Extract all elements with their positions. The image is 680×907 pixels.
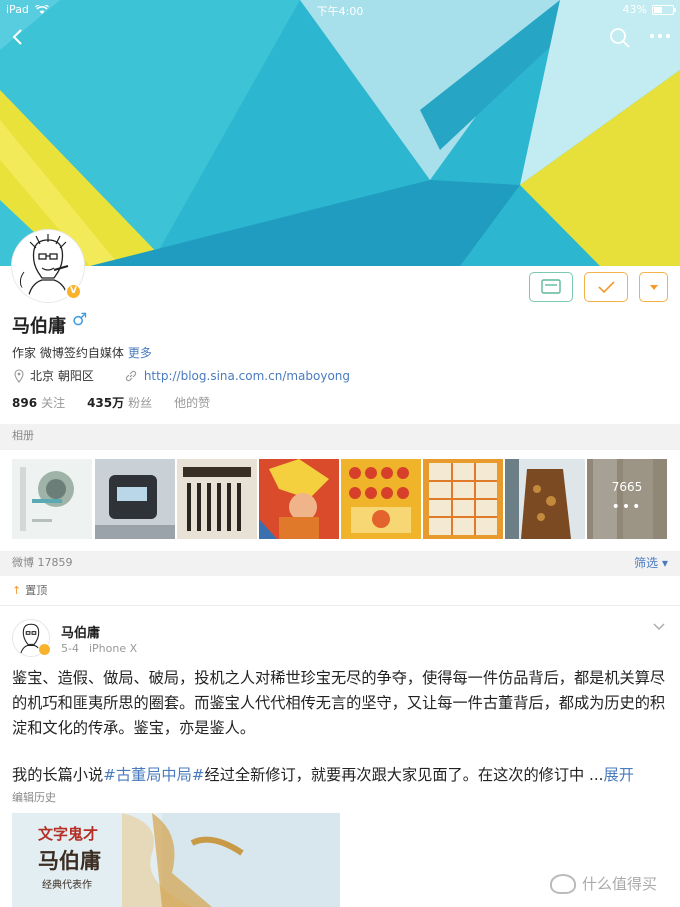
battery-icon bbox=[652, 4, 676, 15]
profile-bio: 作家 微博签约自媒体 更多 bbox=[12, 344, 152, 361]
album-title: 相册 bbox=[12, 429, 34, 442]
weibo-count-label: 微博 17859 bbox=[12, 556, 73, 569]
fans-count[interactable]: 435万 bbox=[87, 394, 124, 411]
expand-link[interactable]: 展开 bbox=[604, 766, 634, 784]
post-text-continued: 我的长篇小说#古董局中局#经过全新修订，就要再次跟大家见面了。在这次的修订中 .… bbox=[12, 763, 672, 788]
post-date: 5-4 bbox=[61, 642, 79, 655]
filter-label: 筛选 bbox=[634, 556, 659, 570]
watermark: 什么值得买 bbox=[550, 873, 657, 894]
chevron-down-icon bbox=[650, 285, 658, 290]
follow-label[interactable]: 关注 bbox=[41, 394, 65, 411]
watermark-logo-icon bbox=[550, 873, 576, 894]
bio-more-link[interactable]: 更多 bbox=[128, 346, 152, 360]
post-image-caption-1: 文字鬼才 bbox=[38, 825, 99, 843]
post-options-chevron-icon[interactable] bbox=[652, 618, 666, 632]
pin-arrow-icon: ↑ bbox=[12, 584, 22, 597]
status-bar: iPad 下午4:00 43% bbox=[0, 0, 680, 20]
battery-percent: 43% bbox=[622, 3, 647, 16]
back-icon[interactable] bbox=[8, 24, 32, 52]
battery-fill bbox=[654, 6, 662, 13]
filter-button[interactable]: 筛选 ▾ bbox=[634, 551, 668, 575]
follow-count[interactable]: 896 bbox=[12, 396, 37, 410]
search-icon[interactable] bbox=[608, 26, 632, 50]
likes-link[interactable]: 他的赞 bbox=[174, 394, 210, 411]
cover-banner bbox=[0, 0, 680, 266]
profile-location-row: 北京 朝阳区 http://blog.sina.com.cn/maboyong bbox=[12, 367, 350, 384]
bio-text: 作家 微博签约自媒体 bbox=[12, 346, 124, 360]
album-strip: 7665 ••• bbox=[12, 459, 680, 540]
album-photo[interactable] bbox=[259, 459, 339, 539]
weibo-section-header: 微博 17859 筛选 ▾ bbox=[0, 551, 680, 576]
album-photo[interactable] bbox=[95, 459, 175, 539]
chevron-down-icon: ▾ bbox=[661, 556, 668, 570]
album-photo[interactable] bbox=[341, 459, 421, 539]
message-button[interactable] bbox=[529, 272, 573, 302]
post-meta: 5-4 iPhone X bbox=[61, 642, 137, 655]
edit-history-link[interactable]: 编辑历史 bbox=[12, 789, 56, 805]
album-photo-count: 7665 bbox=[611, 480, 643, 494]
more-icon[interactable] bbox=[648, 26, 674, 50]
album-photo[interactable] bbox=[12, 459, 92, 539]
location-text: 北京 朝阳区 bbox=[30, 369, 94, 383]
hashtag-link[interactable]: #古董局中局# bbox=[103, 766, 204, 784]
album-photo-more[interactable]: 7665 ••• bbox=[587, 459, 667, 539]
post-text2-suffix: 经过全新修订，就要再次跟大家见面了。在这次的修订中 ... bbox=[204, 766, 604, 784]
profile-name: 马伯庸 bbox=[12, 316, 66, 337]
post-image-caption-3: 经典代表作 bbox=[42, 880, 92, 891]
album-photo[interactable] bbox=[177, 459, 257, 539]
fans-label[interactable]: 粉丝 bbox=[128, 394, 152, 411]
post-verified-badge-icon bbox=[38, 643, 51, 656]
check-icon bbox=[598, 281, 615, 294]
watermark-text: 什么值得买 bbox=[582, 875, 658, 893]
post-author-name[interactable]: 马伯庸 bbox=[61, 622, 100, 641]
location-pin-icon bbox=[14, 368, 24, 383]
pinned-header: ↑ 置顶 bbox=[0, 578, 680, 606]
post-text2-prefix: 我的长篇小说 bbox=[12, 766, 104, 784]
verified-badge-icon: V bbox=[65, 283, 82, 300]
status-time: 下午4:00 bbox=[316, 5, 364, 18]
album-photo[interactable] bbox=[423, 459, 503, 539]
post-text: 鉴宝、造假、做局、破局，投机之人对稀世珍宝无尽的争夺，使得每一件仿品背后，都是机… bbox=[12, 669, 666, 737]
followed-button[interactable] bbox=[584, 272, 628, 302]
gender-male-icon: ♂ bbox=[72, 310, 88, 330]
album-section-header: 相册 bbox=[0, 424, 680, 450]
post-device: iPhone X bbox=[88, 642, 138, 655]
album-more-dots: ••• bbox=[611, 499, 643, 515]
profile-stats: 896 关注 435万 粉丝 他的赞 bbox=[12, 394, 210, 411]
blog-url-link[interactable]: http://blog.sina.com.cn/maboyong bbox=[144, 369, 350, 383]
link-icon bbox=[125, 370, 136, 381]
post-image[interactable]: 文字鬼才 马伯庸 经典代表作 bbox=[12, 813, 340, 907]
mail-icon bbox=[541, 279, 561, 294]
more-options-button[interactable] bbox=[639, 272, 668, 302]
pinned-label: 置顶 bbox=[25, 584, 48, 597]
post-image-caption-2: 马伯庸 bbox=[38, 848, 101, 873]
album-photo[interactable] bbox=[505, 459, 585, 539]
